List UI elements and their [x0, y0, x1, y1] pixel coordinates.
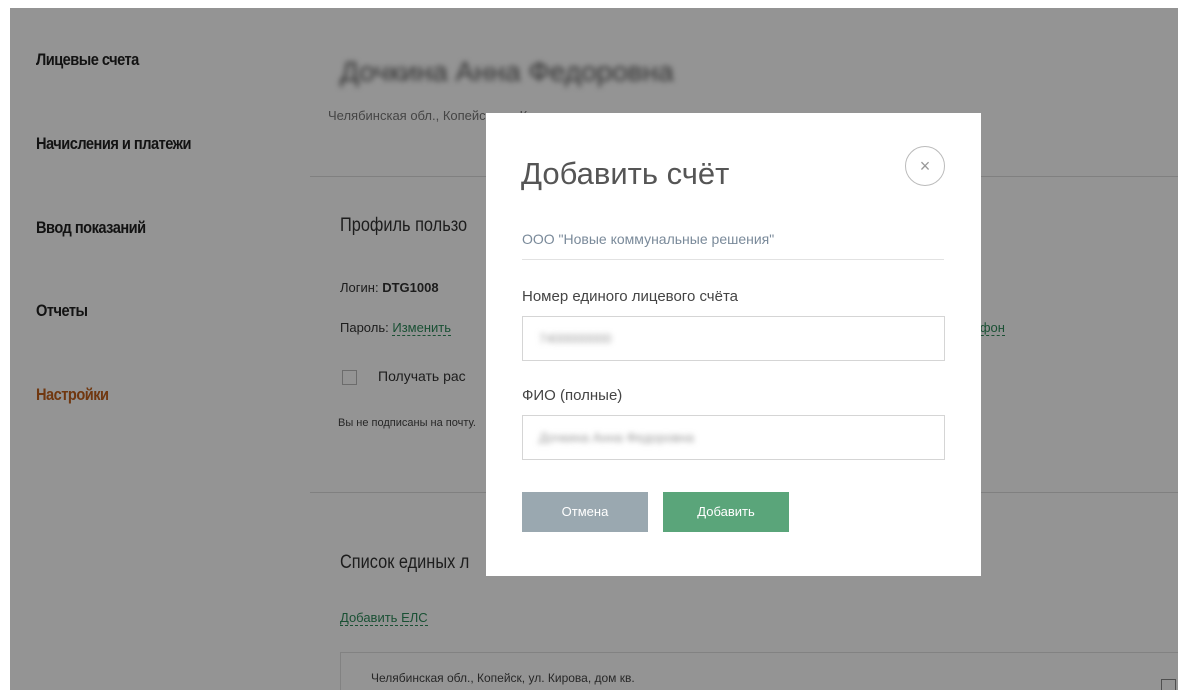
- screenshot-frame: [0, 0, 1184, 8]
- fio-label: ФИО (полные): [522, 387, 623, 404]
- account-number-input[interactable]: 7400000000: [522, 316, 945, 361]
- account-number-value: 7400000000: [539, 331, 612, 346]
- company-name: ООО "Новые коммунальные решения": [522, 231, 775, 247]
- close-icon[interactable]: ×: [905, 146, 945, 186]
- add-account-dialog: Добавить счёт × ООО "Новые коммунальные …: [486, 113, 981, 576]
- fio-input[interactable]: Дочкина Анна Федоровна: [522, 415, 945, 460]
- dialog-divider: [522, 259, 944, 260]
- add-button[interactable]: Добавить: [663, 492, 789, 532]
- dialog-title: Добавить счёт: [521, 156, 730, 191]
- cancel-button[interactable]: Отмена: [522, 492, 648, 532]
- screenshot-frame: [1178, 0, 1184, 690]
- screenshot-frame: [0, 0, 10, 690]
- fio-value: Дочкина Анна Федоровна: [539, 430, 694, 445]
- account-number-label: Номер единого лицевого счёта: [522, 288, 738, 305]
